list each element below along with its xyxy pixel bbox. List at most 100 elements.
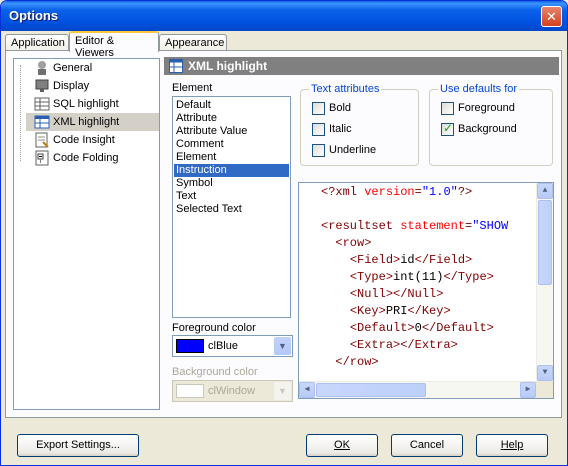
help-button[interactable]: Help [476,434,548,457]
foreground-color-value: clBlue [208,340,238,352]
horizontal-scrollbar[interactable]: ◀ ▶ [299,381,536,398]
list-item[interactable]: Comment [174,138,289,151]
tab-appearance[interactable]: Appearance [159,34,227,51]
code-line: </row> [321,355,378,372]
list-item[interactable]: Element [174,151,289,164]
code-token: <Extra></Extra> [349,338,458,352]
tree-item-xml-highlight[interactable]: XML highlight [26,113,159,131]
options-dialog: Options ✕ Application Editor & Viewers A… [0,0,568,466]
list-item[interactable]: Default [174,99,289,112]
foreground-default-checkbox[interactable] [441,102,454,115]
code-token: </Key> [407,304,451,318]
cancel-button[interactable]: Cancel [391,434,463,457]
foreground-color-swatch [176,339,204,353]
code-token: </Default> [421,321,494,335]
background-color-label: Background color [172,366,258,378]
tree-item-code-insight[interactable]: Code Insight [26,131,159,149]
code-line: <Default>0</Default> [321,321,494,338]
help-label: Help [500,439,524,451]
background-color-value: clWindow [208,385,256,397]
element-label: Element [172,82,213,94]
background-color-select[interactable]: clWindow ▼ [172,380,293,402]
code-line: <Key>PRI</Key> [321,304,451,321]
general-icon [38,61,46,75]
background-default-label: Background [458,123,517,135]
chevron-down-icon[interactable]: ▼ [274,337,291,355]
ok-button[interactable]: OK [306,434,378,457]
xml-highlight-icon [34,115,50,129]
code-line: <Field>id</Field> [321,253,472,270]
export-settings-button[interactable]: Export Settings... [17,434,139,457]
title-bar[interactable]: Options ✕ [1,1,567,31]
list-item[interactable]: Selected Text [174,203,289,216]
code-token: id [400,253,415,267]
code-line: <Extra></Extra> [321,338,458,355]
background-default-checkbox[interactable]: ✓ [441,121,454,136]
bold-label: Bold [329,102,352,114]
list-item[interactable]: Text [174,190,289,203]
underline-checkbox[interactable] [312,144,325,157]
tree-item-sql-highlight[interactable]: SQL highlight [26,95,159,113]
italic-label: Italic [329,123,352,135]
export-settings-label: Export Settings... [36,439,120,451]
chevron-down-icon[interactable]: ▼ [274,382,291,400]
list-item[interactable]: Attribute [174,112,289,125]
xml-preview-editor[interactable]: <?xml version="1.0"?> <resultset statemen… [298,182,554,399]
code-token: statement [400,219,466,233]
background-color-swatch [176,384,204,398]
code-line: <resultset statement="SHOW [321,219,508,236]
foreground-color-select[interactable]: clBlue ▼ [172,335,293,357]
italic-checkbox[interactable] [312,123,325,136]
tab-application[interactable]: Application [5,34,69,51]
bold-checkbox[interactable] [312,102,325,115]
tab-label: Application [11,37,65,49]
scroll-left-button[interactable]: ◀ [299,382,315,398]
scroll-corner [536,381,553,398]
scroll-right-button[interactable]: ▶ [520,382,536,398]
section-header: XML highlight [164,57,559,75]
foreground-color-label: Foreground color [172,322,256,334]
tab-label: Editor & Viewers [75,35,115,59]
close-button[interactable]: ✕ [541,6,562,27]
list-item[interactable]: Attribute Value [174,125,289,138]
options-tree[interactable]: General Display SQL highlight XML highli… [13,58,160,410]
code-token: <Key> [349,304,386,318]
use-defaults-group: Use defaults for Foreground ✓ Background [429,83,553,166]
tree-item-display[interactable]: Display [26,77,159,95]
code-token: <Type> [349,270,394,284]
sql-highlight-icon [34,97,50,111]
code-token: <Default> [349,321,415,335]
element-list[interactable]: Default Attribute Attribute Value Commen… [172,96,291,318]
tree-item-general[interactable]: General [26,59,159,77]
vertical-scrollbar[interactable]: ▲ ▼ [536,183,553,381]
code-token: <row> [335,236,372,250]
code-token: </Type> [443,270,494,284]
tree-item-code-folding[interactable]: Code Folding [26,149,159,167]
scroll-up-button[interactable]: ▲ [537,183,553,199]
close-icon: ✕ [546,9,557,24]
scroll-down-button[interactable]: ▼ [537,365,553,381]
code-token: <resultset [321,219,401,233]
display-icon [35,79,49,92]
list-item[interactable]: Symbol [174,177,289,190]
code-token: <Field> [349,253,401,267]
code-token: PRI [385,304,408,318]
tree-item-label: Display [53,80,90,92]
scroll-thumb[interactable] [538,200,552,285]
tab-editor-viewers[interactable]: Editor & Viewers [69,31,159,59]
scroll-thumb[interactable] [316,383,426,397]
list-item-selected[interactable]: Instruction [174,164,289,177]
cancel-label: Cancel [409,439,445,451]
checkmark-icon: ✓ [443,121,454,135]
code-token: int(11) [393,270,444,284]
tree-connector [20,65,21,161]
tab-page: General Display SQL highlight XML highli… [5,50,562,418]
